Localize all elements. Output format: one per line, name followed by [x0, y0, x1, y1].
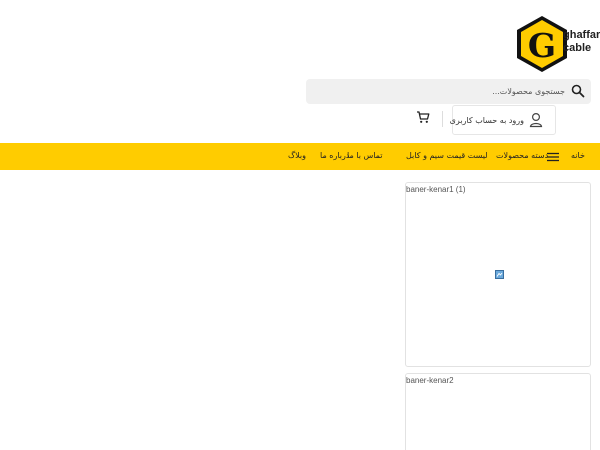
logo-letter: G — [528, 26, 556, 65]
broken-image-icon — [495, 270, 504, 279]
search-input[interactable] — [315, 79, 565, 104]
site-logo[interactable]: G ghaffari cable — [512, 14, 600, 74]
header-divider — [442, 111, 443, 127]
nav-item-about[interactable]: درباره ما — [320, 151, 349, 160]
cart-icon[interactable] — [416, 110, 430, 124]
nav-item-product-categories[interactable]: دسته محصولات — [496, 151, 548, 160]
nav-item-price-list[interactable]: لیست قیمت سیم و کابل — [406, 151, 488, 160]
nav-item-home[interactable]: خانه — [571, 151, 585, 160]
logo-line-2: cable — [563, 42, 592, 54]
logo-line-1: ghaffari — [563, 29, 600, 41]
nav-item-contact[interactable]: تماس با ما — [347, 151, 383, 160]
logo-wordmark: ghaffari cable — [563, 29, 600, 55]
side-banner-1[interactable]: baner-kenar1 (1) — [405, 182, 591, 367]
main-nav: خانه دسته محصولات لیست قیمت سیم و کابل ت… — [0, 143, 600, 170]
nav-item-blog[interactable]: وبلاگ — [288, 151, 306, 160]
side-banner-2[interactable]: baner-kenar2 — [405, 373, 591, 450]
search-icon[interactable] — [571, 84, 585, 98]
banner-alt-text: baner-kenar1 (1) — [406, 185, 466, 194]
menu-icon — [547, 152, 559, 162]
account-login-label: ورود به حساب کاربری — [449, 116, 524, 125]
user-icon — [529, 112, 543, 128]
search-bar[interactable] — [306, 79, 591, 104]
banner-alt-text: baner-kenar2 — [406, 376, 454, 385]
account-login-button[interactable]: ورود به حساب کاربری — [449, 105, 556, 135]
